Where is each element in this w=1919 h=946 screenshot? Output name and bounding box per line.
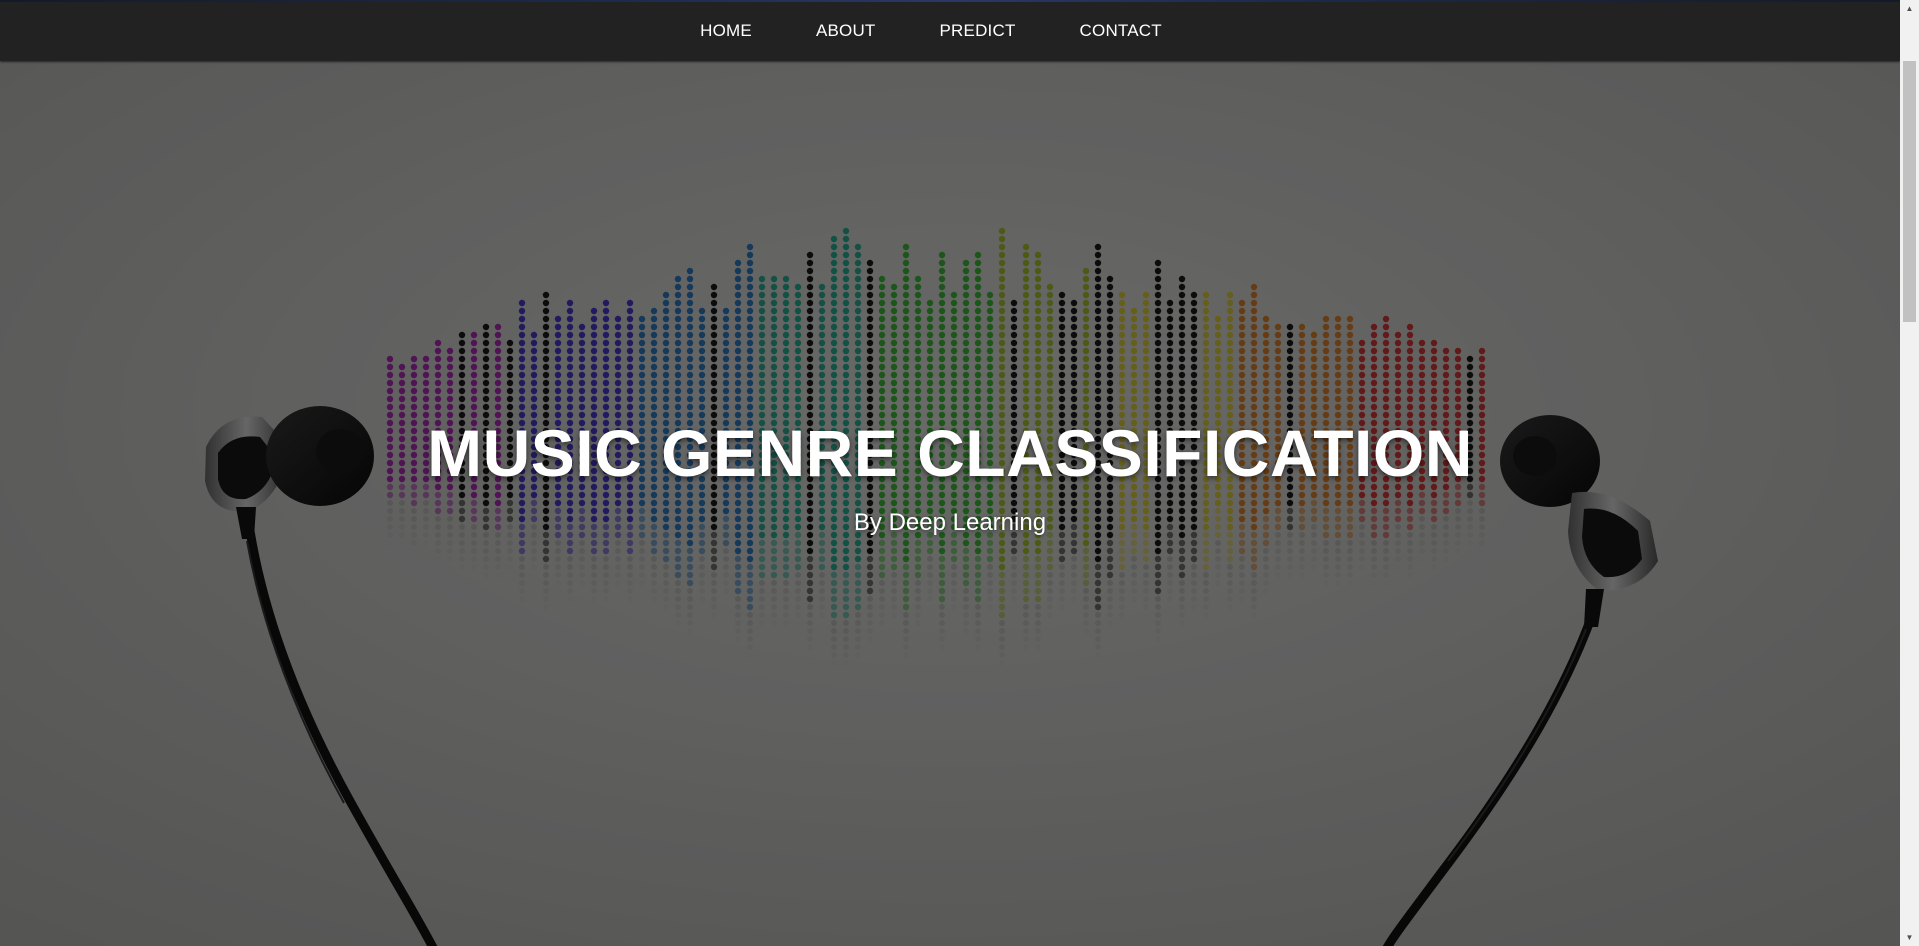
hero-subtitle: By Deep Learning <box>853 509 1047 536</box>
hero-background-image <box>0 61 1900 946</box>
hero-section: MUSIC GENRE CLASSIFICATION By Deep Learn… <box>0 61 1900 946</box>
scroll-down-icon[interactable]: ▼ <box>1900 929 1919 946</box>
hero-overlay <box>0 61 1900 946</box>
nav-link-predict[interactable]: PREDICT <box>908 0 1048 61</box>
hero-title: MUSIC GENRE CLASSIFICATION <box>427 416 1473 490</box>
top-navbar: HOME ABOUT PREDICT CONTACT <box>0 0 1900 61</box>
main-nav: HOME ABOUT PREDICT CONTACT <box>0 0 1900 61</box>
vertical-scrollbar[interactable]: ▲ ▼ <box>1900 0 1919 946</box>
nav-link-about[interactable]: ABOUT <box>784 0 908 61</box>
nav-link-home[interactable]: HOME <box>668 0 784 61</box>
scrollbar-thumb[interactable] <box>1903 61 1916 322</box>
nav-link-contact[interactable]: CONTACT <box>1048 0 1194 61</box>
scroll-up-icon[interactable]: ▲ <box>1900 0 1919 17</box>
